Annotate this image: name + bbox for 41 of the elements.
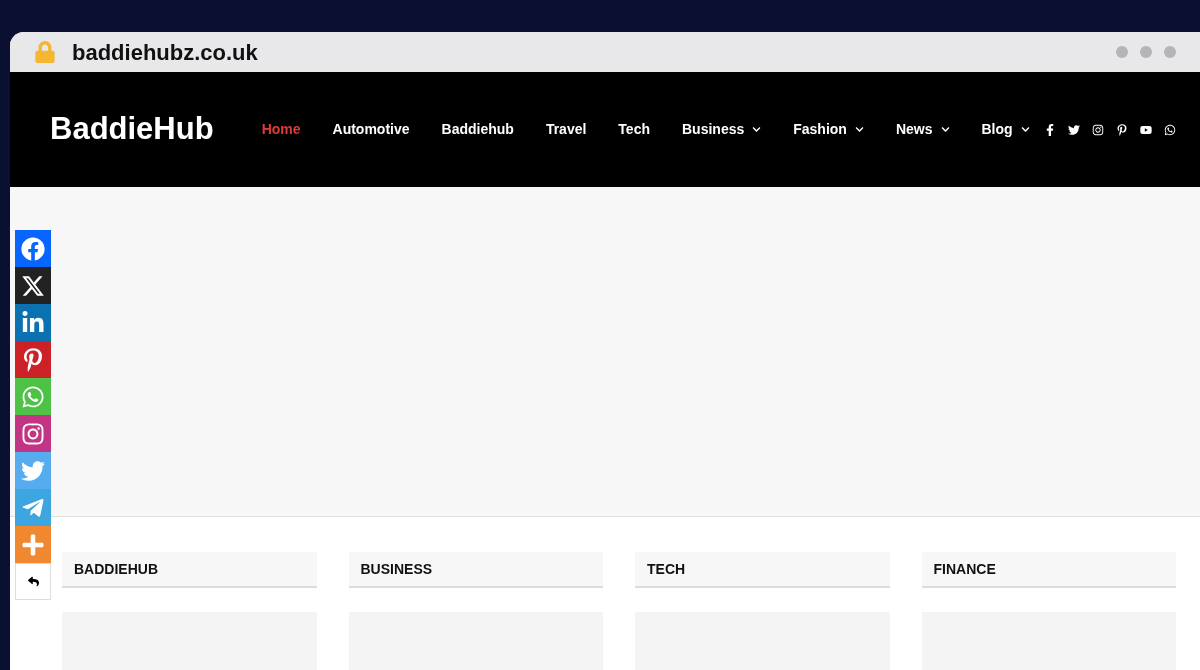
pinterest-share-button[interactable] xyxy=(15,341,51,378)
facebook-icon xyxy=(21,236,45,261)
lock-icon xyxy=(34,41,56,63)
section-heading: BUSINESS xyxy=(348,552,603,588)
url-text[interactable]: baddiehubz.co.uk xyxy=(72,35,258,69)
chevron-down-icon xyxy=(1020,125,1030,134)
x-icon xyxy=(21,273,45,298)
youtube-icon[interactable] xyxy=(1140,123,1152,136)
pinterest-icon[interactable] xyxy=(1116,123,1128,136)
chevron-down-icon xyxy=(854,125,864,134)
site-logo[interactable]: BaddieHub xyxy=(50,106,214,153)
twitter-icon[interactable] xyxy=(1068,123,1080,136)
linkedin-share-button[interactable] xyxy=(15,304,51,341)
arrow-icon xyxy=(27,576,39,587)
nav-link[interactable]: Travel xyxy=(545,119,587,140)
nav-link[interactable]: Automotive xyxy=(332,119,410,140)
instagram-share-button[interactable] xyxy=(15,415,51,452)
nav-link[interactable]: Tech xyxy=(618,119,650,140)
whatsapp-icon xyxy=(21,384,45,409)
instagram-icon[interactable] xyxy=(1092,123,1104,136)
twitter-icon xyxy=(21,458,45,483)
nav-link[interactable]: Home xyxy=(261,119,301,140)
nav-link[interactable]: News xyxy=(895,119,950,140)
nav-link[interactable]: Baddiehub xyxy=(441,119,514,140)
facebook-icon[interactable] xyxy=(1044,123,1056,136)
chevron-down-icon xyxy=(940,125,950,134)
x-share-button[interactable] xyxy=(15,267,51,304)
nav-link[interactable]: Business xyxy=(682,119,762,140)
instagram-icon xyxy=(21,421,45,446)
section-heading: TECH xyxy=(635,552,890,588)
telegram-share-button[interactable] xyxy=(15,489,51,526)
chevron-down-icon xyxy=(752,125,762,134)
section-heading: BADDIEHUB xyxy=(62,552,317,588)
whatsapp-icon[interactable] xyxy=(1164,123,1176,136)
facebook-share-button[interactable] xyxy=(15,230,51,267)
collapse-tab[interactable] xyxy=(15,563,51,600)
section-heading: FINANCE xyxy=(921,552,1176,588)
pinterest-icon xyxy=(21,347,45,372)
nav-link[interactable]: Fashion xyxy=(793,119,864,140)
linkedin-icon xyxy=(21,310,45,335)
nav-link[interactable]: Blog xyxy=(981,119,1030,140)
